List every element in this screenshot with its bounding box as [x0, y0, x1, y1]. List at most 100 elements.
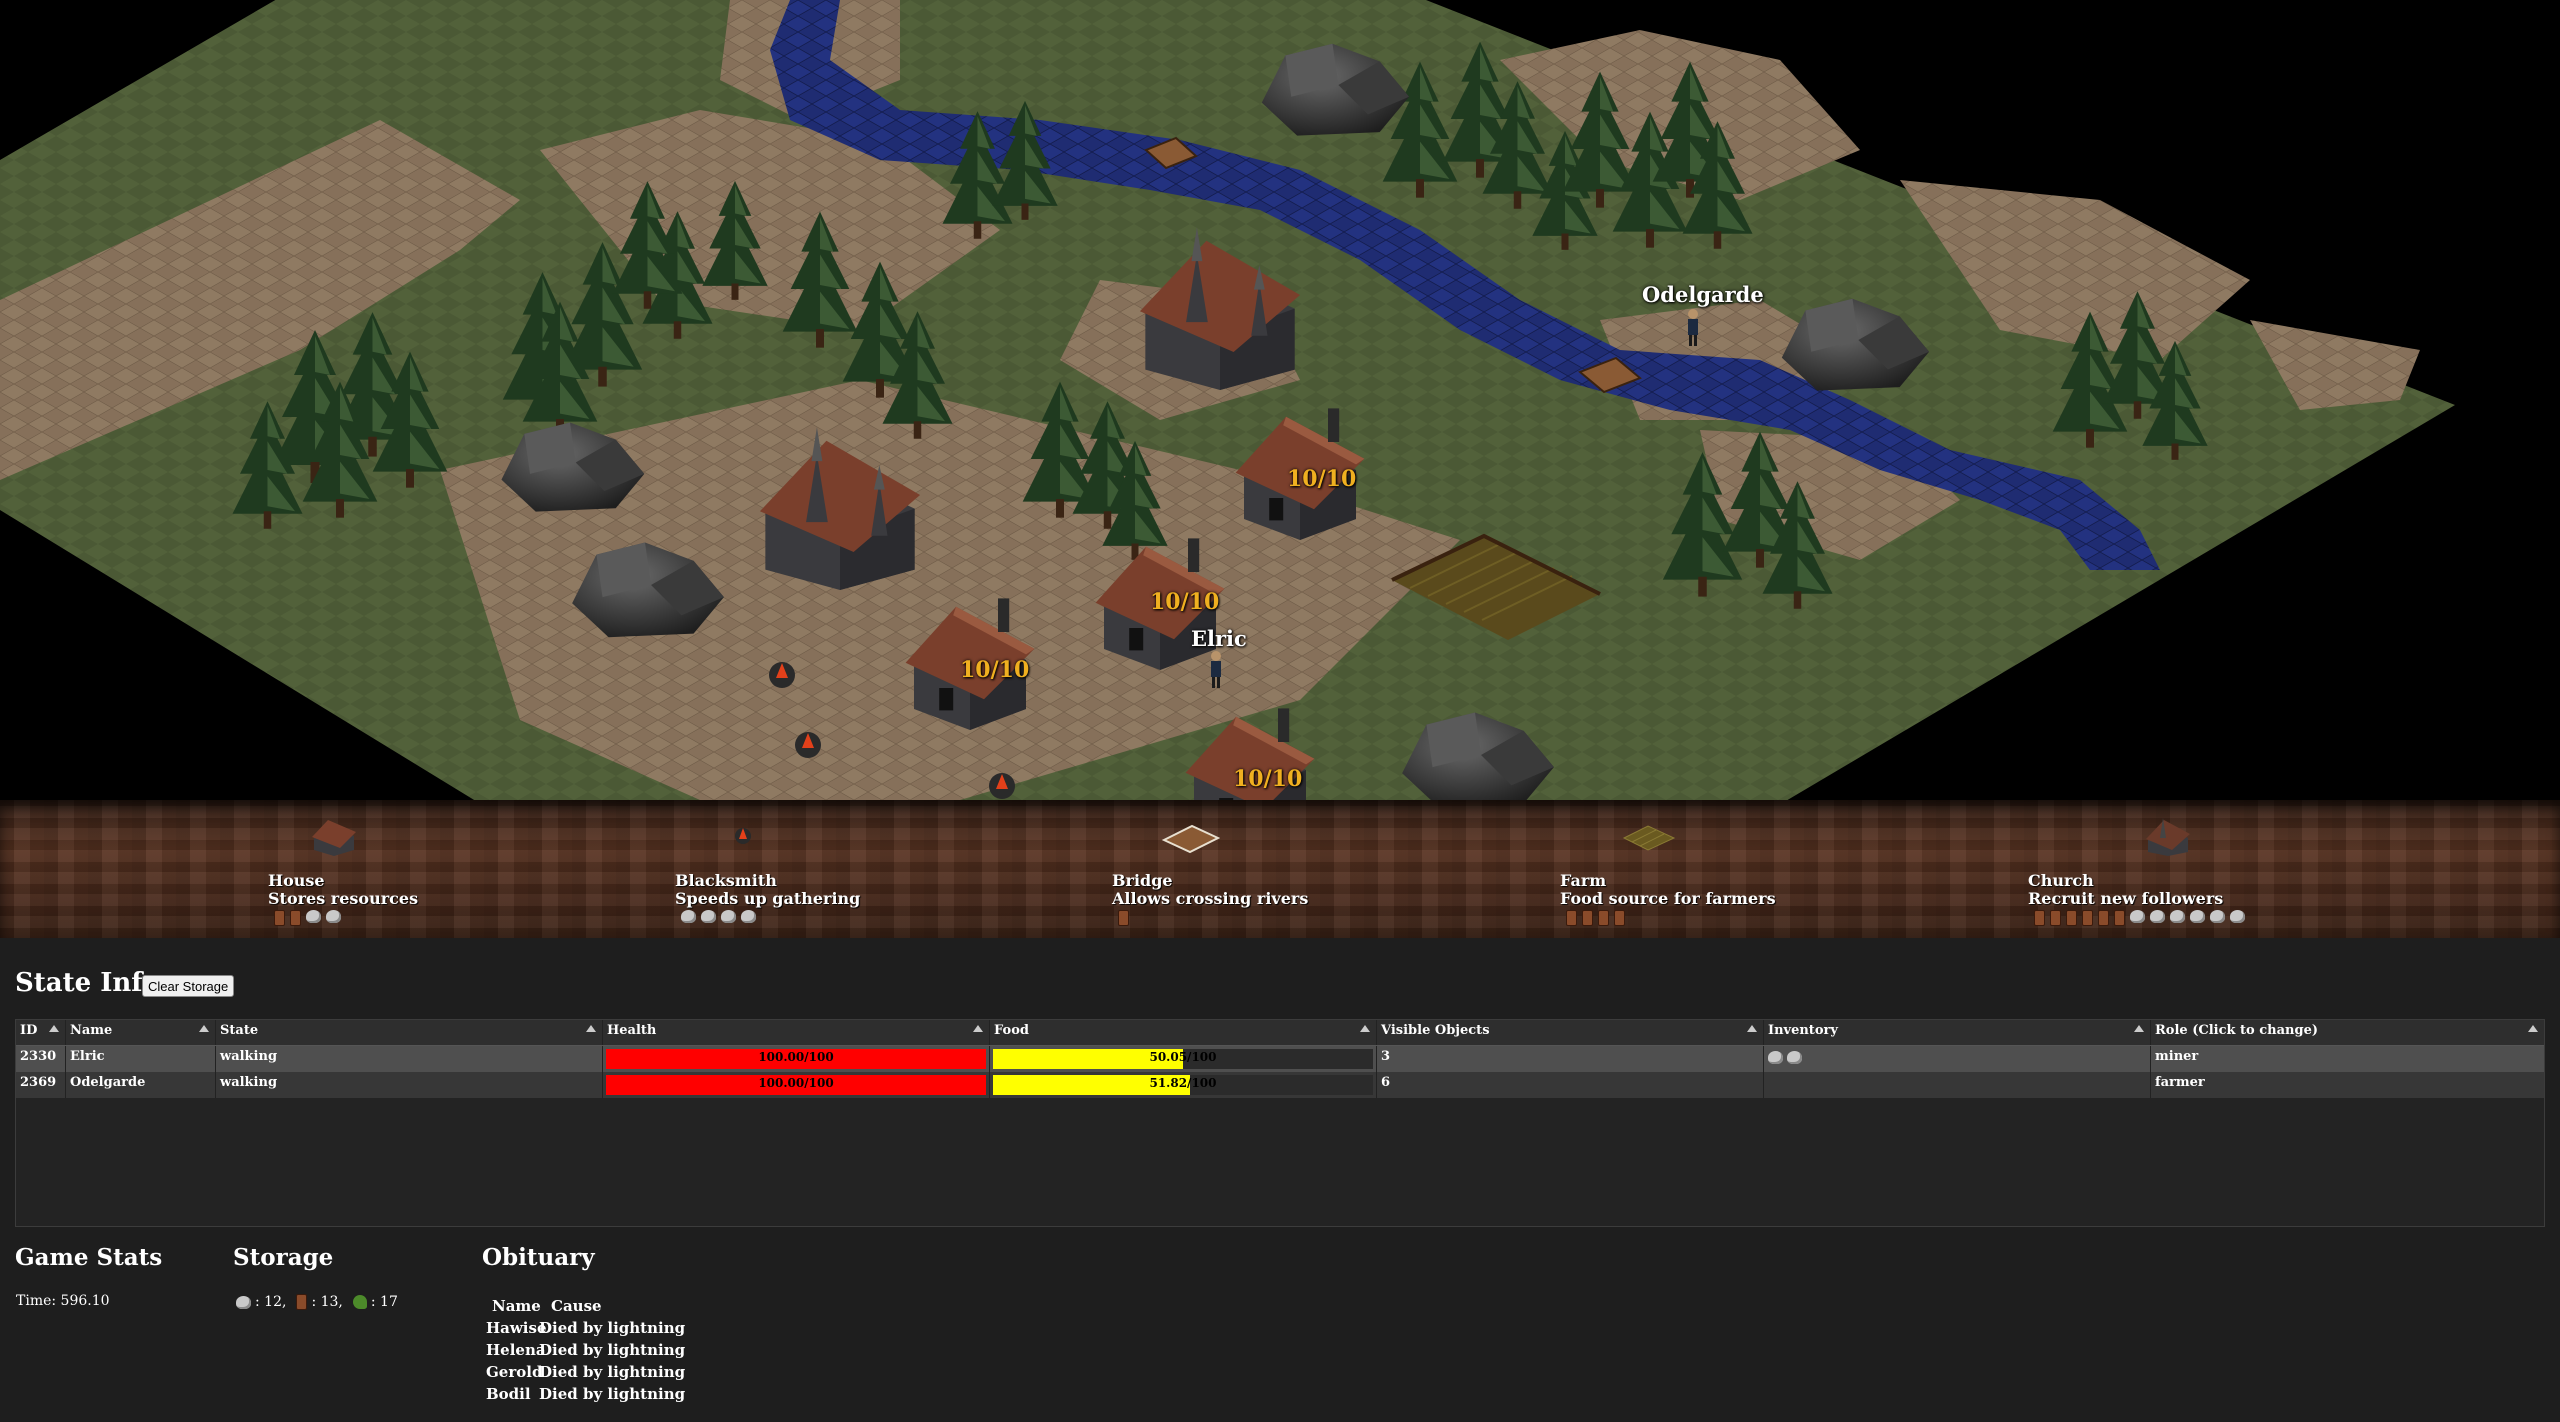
obituary-name: Helena	[486, 1341, 546, 1359]
cell-visible-objects: 6	[1377, 1072, 1764, 1098]
column-header-inventory[interactable]: Inventory	[1764, 1020, 2151, 1045]
column-label: Food	[994, 1023, 1029, 1038]
column-header-health[interactable]: Health	[603, 1020, 990, 1045]
build-cost	[1118, 910, 1129, 926]
sort-icon[interactable]	[586, 1025, 596, 1032]
health-value: 100.00/100	[758, 1050, 834, 1064]
cell-state: walking	[216, 1046, 603, 1072]
wood-icon	[2114, 910, 2125, 926]
game-map[interactable]: Odelgarde Elric 10/10 10/10 10/10 10/10	[0, 0, 2560, 800]
column-header-visible-objects[interactable]: Visible Objects	[1377, 1020, 1764, 1045]
obituary-cause: Died by lightning	[539, 1319, 686, 1337]
build-cost	[2034, 910, 2245, 926]
sort-icon[interactable]	[49, 1025, 59, 1032]
cell-state: walking	[216, 1072, 603, 1098]
build-farm-button[interactable]: Farm Food source for farmers	[1560, 800, 1920, 938]
obituary-name: Gerold	[486, 1363, 543, 1381]
build-cost	[274, 910, 341, 926]
build-menu: House Stores resources Blacksmith Speeds…	[0, 800, 2560, 938]
wood-icon	[274, 910, 285, 926]
obituary-row: Bodil Died by lightning	[486, 1383, 685, 1405]
obituary-title: Obituary	[482, 1244, 595, 1271]
column-header-role[interactable]: Role (Click to change)	[2151, 1020, 2544, 1045]
game-stats-title: Game Stats	[15, 1244, 163, 1271]
villager-name-label: Elric	[1191, 626, 1247, 651]
column-label: Name	[70, 1023, 113, 1038]
stone-icon	[306, 910, 321, 923]
obituary-name: Bodil	[486, 1385, 531, 1403]
obituary-header-cause: Cause	[551, 1297, 602, 1315]
state-info-title: State Info	[15, 968, 160, 998]
table-row[interactable]: 2369 Odelgarde walking 100.00/100 51.82/…	[16, 1072, 2544, 1098]
stone-icon	[326, 910, 341, 923]
build-bridge-button[interactable]: Bridge Allows crossing rivers	[1112, 800, 1472, 938]
cell-visible-objects: 3	[1377, 1046, 1764, 1072]
build-blacksmith-button[interactable]: Blacksmith Speeds up gathering	[675, 800, 1035, 938]
column-header-id[interactable]: ID	[16, 1020, 66, 1045]
house-occupancy-label: 10/10	[1233, 766, 1303, 792]
wood-icon	[290, 910, 301, 926]
column-label: Role (Click to change)	[2155, 1023, 2318, 1038]
build-description: Allows crossing rivers	[1112, 889, 1309, 908]
storage-title: Storage	[233, 1244, 334, 1271]
sort-icon[interactable]	[973, 1025, 983, 1032]
food-bar: 51.82/100	[993, 1075, 1373, 1095]
wood-icon	[2034, 910, 2045, 926]
column-header-name[interactable]: Name	[66, 1020, 216, 1045]
sort-icon[interactable]	[2528, 1025, 2538, 1032]
build-name: Bridge	[1112, 871, 1173, 890]
health-bar: 100.00/100	[606, 1075, 986, 1095]
bridge-icon	[1161, 824, 1220, 854]
table-header-row: ID Name State Health Food Visible Object…	[16, 1020, 2544, 1046]
wood-count: : 13,	[311, 1294, 343, 1310]
sort-icon[interactable]	[1747, 1025, 1757, 1032]
cell-role[interactable]: farmer	[2151, 1072, 2544, 1098]
church-icon	[2146, 818, 2190, 856]
column-label: ID	[20, 1023, 38, 1038]
stone-icon	[2130, 910, 2145, 923]
build-description: Stores resources	[268, 889, 419, 908]
cell-food: 51.82/100	[990, 1072, 1377, 1098]
build-name: Farm	[1560, 871, 1607, 890]
obituary-header-row: Name Cause	[486, 1295, 685, 1317]
build-description: Food source for farmers	[1560, 889, 1776, 908]
house-occupancy-label: 10/10	[1150, 589, 1220, 615]
sort-icon[interactable]	[199, 1025, 209, 1032]
state-info-table: ID Name State Health Food Visible Object…	[15, 1019, 2545, 1227]
cell-health: 100.00/100	[603, 1046, 990, 1072]
obituary-cause: Died by lightning	[539, 1363, 686, 1381]
build-cost	[681, 910, 756, 923]
map-canvas[interactable]	[0, 0, 2560, 800]
cell-role[interactable]: miner	[2151, 1046, 2544, 1072]
column-label: State	[220, 1023, 259, 1038]
obituary-row: Hawise Died by lightning	[486, 1317, 685, 1339]
build-name: Church	[2028, 871, 2094, 890]
house-occupancy-label: 10/10	[1287, 466, 1357, 492]
wood-icon	[296, 1294, 308, 1310]
wood-icon	[2082, 910, 2093, 926]
build-church-button[interactable]: Church Recruit new followers	[2028, 800, 2428, 938]
cell-id: 2369	[16, 1072, 66, 1098]
clear-storage-button[interactable]: Clear Storage	[142, 975, 235, 997]
stone-icon	[2170, 910, 2185, 923]
build-name: House	[268, 871, 325, 890]
food-count: : 17	[370, 1294, 398, 1310]
column-header-state[interactable]: State	[216, 1020, 603, 1045]
stone-icon	[2230, 910, 2245, 923]
column-header-food[interactable]: Food	[990, 1020, 1377, 1045]
build-description: Speeds up gathering	[675, 889, 861, 908]
food-value: 50.05/100	[1149, 1050, 1217, 1064]
villager-name-label: Odelgarde	[1642, 282, 1764, 307]
cell-name: Elric	[66, 1046, 216, 1072]
stone-icon	[2210, 910, 2225, 923]
sort-icon[interactable]	[2134, 1025, 2144, 1032]
stone-icon	[1787, 1051, 1802, 1064]
wood-icon	[2098, 910, 2109, 926]
column-label: Health	[607, 1023, 657, 1038]
table-row[interactable]: 2330 Elric walking 100.00/100 50.05/100 …	[16, 1046, 2544, 1072]
sort-icon[interactable]	[1360, 1025, 1370, 1032]
build-house-button[interactable]: House Stores resources	[268, 800, 628, 938]
cell-health: 100.00/100	[603, 1072, 990, 1098]
obituary-cause: Died by lightning	[539, 1385, 686, 1403]
stone-icon	[2190, 910, 2205, 923]
